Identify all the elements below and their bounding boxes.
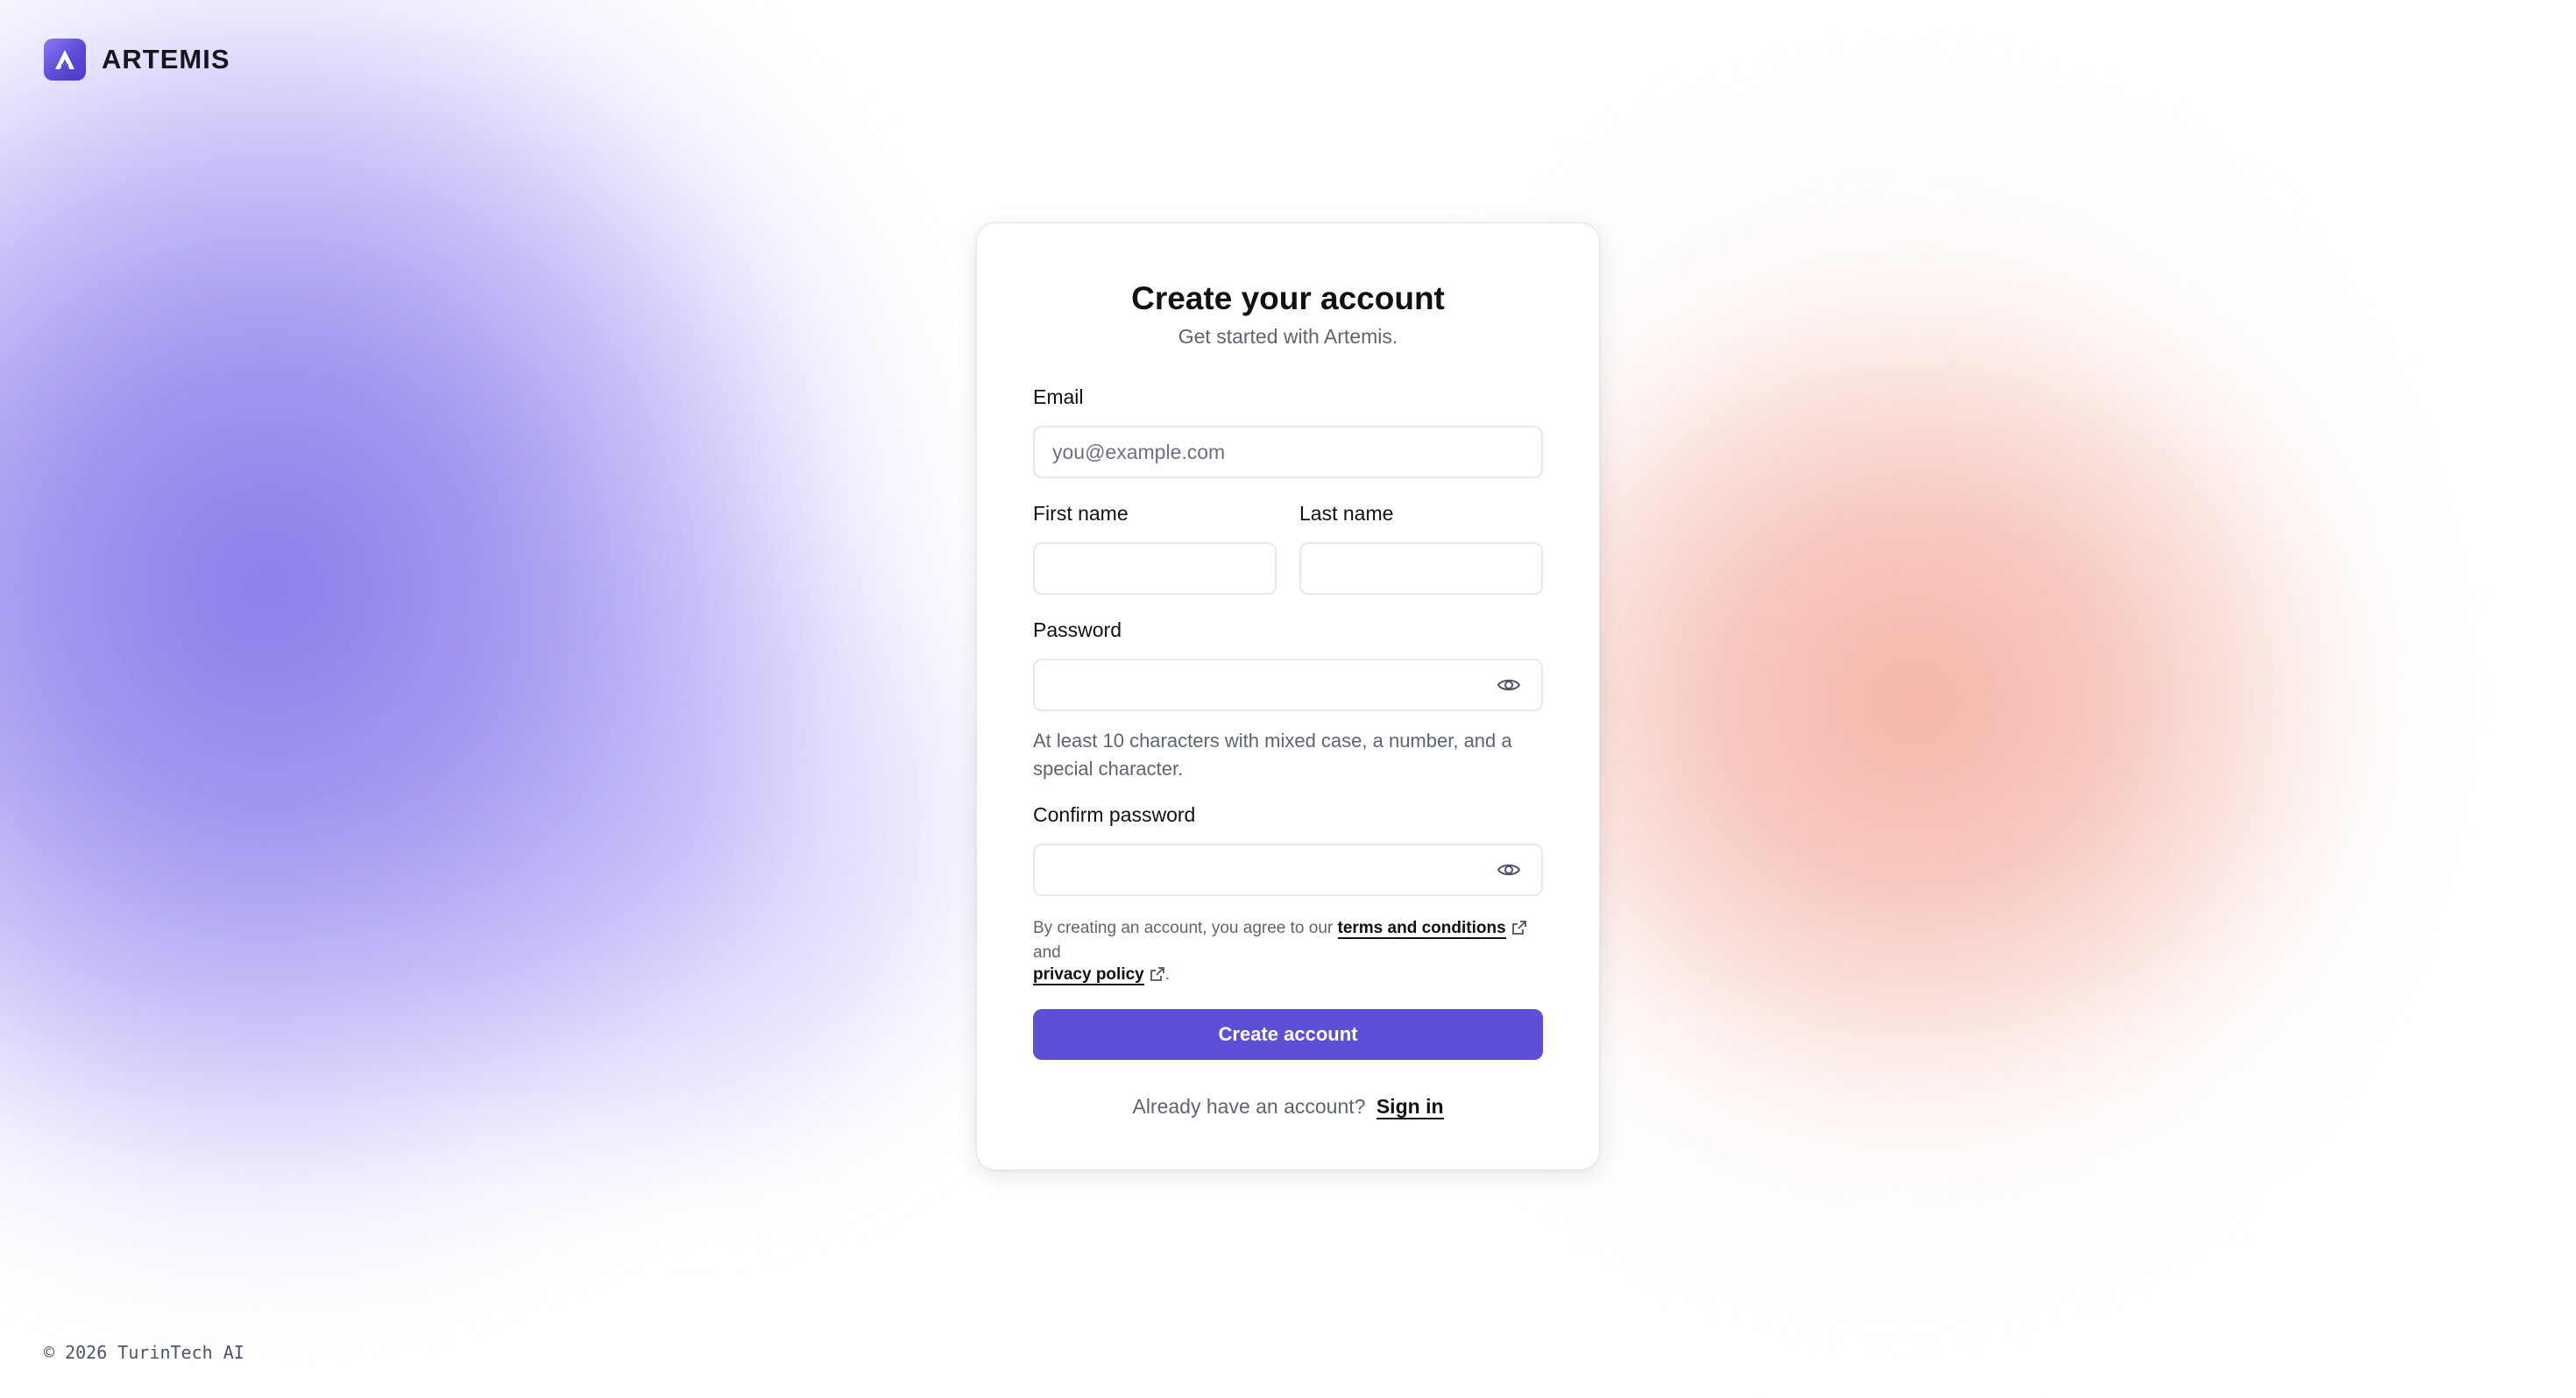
first-name-group: First name (1033, 501, 1277, 595)
terms-joiner: and (1033, 943, 1061, 962)
external-link-icon (1150, 966, 1165, 988)
signin-link[interactable]: Sign in (1376, 1095, 1444, 1119)
confirm-password-group: Confirm password (1033, 802, 1543, 896)
terms-suffix: . (1164, 965, 1171, 984)
confirm-password-input[interactable] (1035, 845, 1541, 894)
signin-prompt-text: Already have an account? (1132, 1095, 1366, 1118)
password-label: Password (1033, 618, 1122, 641)
email-field-wrapper (1033, 426, 1543, 478)
last-name-label: Last name (1299, 502, 1394, 525)
brand-header: ARTEMIS (44, 39, 230, 81)
first-name-field-wrapper (1033, 542, 1277, 595)
terms-link[interactable]: terms and conditions (1337, 919, 1506, 939)
brand-name: ARTEMIS (102, 44, 230, 74)
last-name-field-wrapper (1299, 542, 1543, 595)
eye-icon[interactable] (1496, 672, 1522, 698)
email-label: Email (1033, 385, 1084, 408)
privacy-link[interactable]: privacy policy (1033, 965, 1144, 985)
name-row: First name Last name (1033, 501, 1543, 595)
password-hint: At least 10 characters with mixed case, … (1033, 730, 1512, 780)
page: ARTEMIS Create your account Get started … (0, 0, 2576, 1398)
password-group: Password At least 10 characters with mix… (1033, 618, 1543, 783)
terms-notice: By creating an account, you agree to our… (1033, 917, 1543, 988)
artemis-logo-icon (44, 39, 86, 81)
signin-prompt: Already have an account? Sign in (1033, 1095, 1543, 1119)
create-account-button[interactable]: Create account (1033, 1009, 1543, 1060)
first-name-input[interactable] (1035, 544, 1275, 593)
email-group: Email (1033, 385, 1543, 478)
signup-card: Create your account Get started with Art… (976, 222, 1600, 1170)
last-name-group: Last name (1299, 501, 1543, 595)
page-subtitle: Get started with Artemis. (1178, 325, 1398, 348)
password-field-wrapper (1033, 659, 1543, 711)
footer-copyright: © 2026 TurinTech AI (44, 1342, 244, 1363)
confirm-password-field-wrapper (1033, 844, 1543, 896)
confirm-password-label: Confirm password (1033, 803, 1196, 826)
eye-icon[interactable] (1496, 857, 1522, 883)
password-input[interactable] (1035, 660, 1541, 710)
first-name-label: First name (1033, 502, 1129, 525)
last-name-input[interactable] (1301, 544, 1541, 593)
page-title: Create your account (1131, 280, 1445, 316)
external-link-icon (1511, 920, 1527, 942)
email-input[interactable] (1035, 427, 1541, 477)
terms-prefix: By creating an account, you agree to our (1033, 919, 1334, 937)
